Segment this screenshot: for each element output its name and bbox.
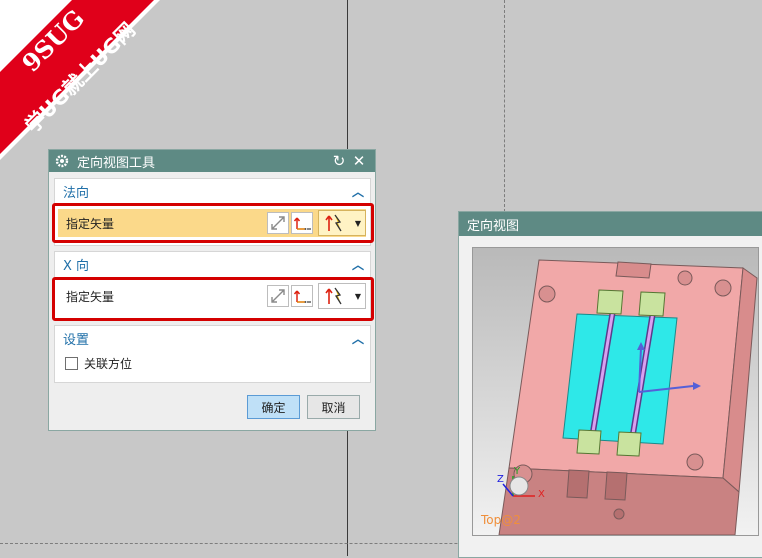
highlight-normal-vector — [52, 203, 374, 243]
associative-orient-option[interactable]: 关联方位 — [55, 350, 370, 379]
caret-up-icon[interactable]: ︿ — [352, 256, 364, 273]
ok-button[interactable]: 确定 — [247, 395, 300, 419]
section-x-title: X 向 — [63, 258, 90, 274]
section-x-header[interactable]: X 向 ︿ — [55, 252, 370, 276]
associative-orient-label: 关联方位 — [84, 357, 133, 371]
triad-x-label: X — [538, 489, 545, 500]
caret-up-icon[interactable]: ︿ — [352, 183, 364, 200]
section-settings: 设置 ︿ 关联方位 — [54, 325, 371, 383]
reset-icon[interactable]: ↻ — [329, 152, 349, 170]
orient-view-panel: 定向视图 X Y Z Top@2 — [458, 211, 762, 558]
section-settings-title: 设置 — [63, 332, 90, 348]
orient-view-viewport[interactable]: X Y Z Top@2 — [472, 247, 759, 536]
view-name-label: Top@2 — [481, 513, 521, 527]
mold-model-graphic — [498, 259, 758, 535]
dialog-title-bar[interactable]: 定向视图工具 ↻ ✕ — [49, 150, 375, 172]
graphics-dash-line-vertical — [504, 0, 505, 212]
highlight-x-vector — [52, 277, 374, 321]
view-panel-title[interactable]: 定向视图 — [459, 212, 762, 236]
section-normal-title: 法向 — [63, 185, 90, 201]
section-settings-header[interactable]: 设置 ︿ — [55, 326, 370, 350]
dialog-title: 定向视图工具 — [77, 155, 156, 171]
triad-z-label: Z — [497, 474, 504, 485]
gear-icon — [55, 154, 69, 168]
watermark-ribbon: 9SUG 学UG就上UG网 — [0, 0, 160, 160]
associative-orient-checkbox[interactable] — [65, 357, 78, 370]
triad-y-label: Y — [514, 466, 521, 477]
section-normal-header[interactable]: 法向 ︿ — [55, 179, 370, 203]
cancel-button[interactable]: 取消 — [307, 395, 360, 419]
caret-up-icon[interactable]: ︿ — [352, 330, 364, 347]
close-icon[interactable]: ✕ — [349, 152, 369, 170]
